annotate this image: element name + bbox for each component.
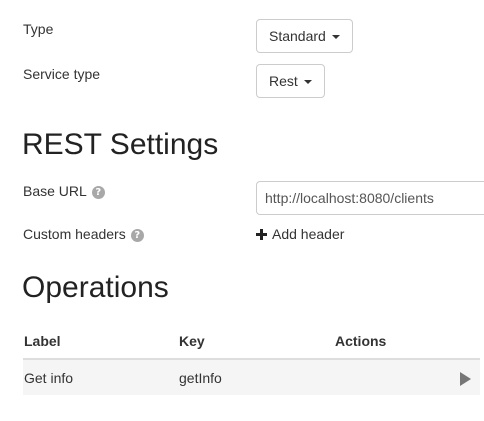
operation-label-cell: Get info: [23, 359, 178, 395]
plus-icon: [256, 229, 267, 240]
operations-heading: Operations: [22, 271, 169, 304]
operations-table: Label Key Actions Get info getInfo: [23, 323, 480, 395]
table-row[interactable]: Get info getInfo: [23, 359, 480, 395]
table-header-row: Label Key Actions: [23, 323, 480, 360]
column-header-label: Label: [23, 323, 178, 360]
column-header-actions: Actions: [334, 323, 480, 360]
custom-headers-label: Custom headers: [23, 226, 126, 242]
type-label: Type: [23, 21, 54, 37]
question-circle-icon[interactable]: ?: [130, 229, 144, 242]
service-type-dropdown[interactable]: Rest: [256, 64, 325, 98]
caret-down-icon: [331, 35, 340, 40]
type-dropdown-value: Standard: [269, 28, 326, 44]
caret-down-icon: [303, 80, 312, 85]
type-dropdown[interactable]: Standard: [256, 19, 353, 53]
add-header-button[interactable]: Add header: [256, 226, 344, 243]
custom-headers-label-row: Custom headers?: [23, 226, 144, 243]
operation-key-cell: getInfo: [178, 359, 334, 395]
base-url-label-row: Base URL?: [23, 183, 105, 200]
question-circle-icon[interactable]: ?: [91, 186, 105, 199]
play-icon[interactable]: [460, 371, 471, 386]
rest-settings-heading: REST Settings: [22, 128, 219, 161]
operation-actions-cell: [334, 359, 480, 395]
add-header-label: Add header: [272, 226, 345, 242]
service-type-dropdown-value: Rest: [269, 73, 298, 89]
base-url-label: Base URL: [23, 183, 87, 199]
base-url-input[interactable]: [256, 181, 484, 215]
column-header-key: Key: [178, 323, 334, 360]
service-type-label: Service type: [23, 66, 101, 82]
